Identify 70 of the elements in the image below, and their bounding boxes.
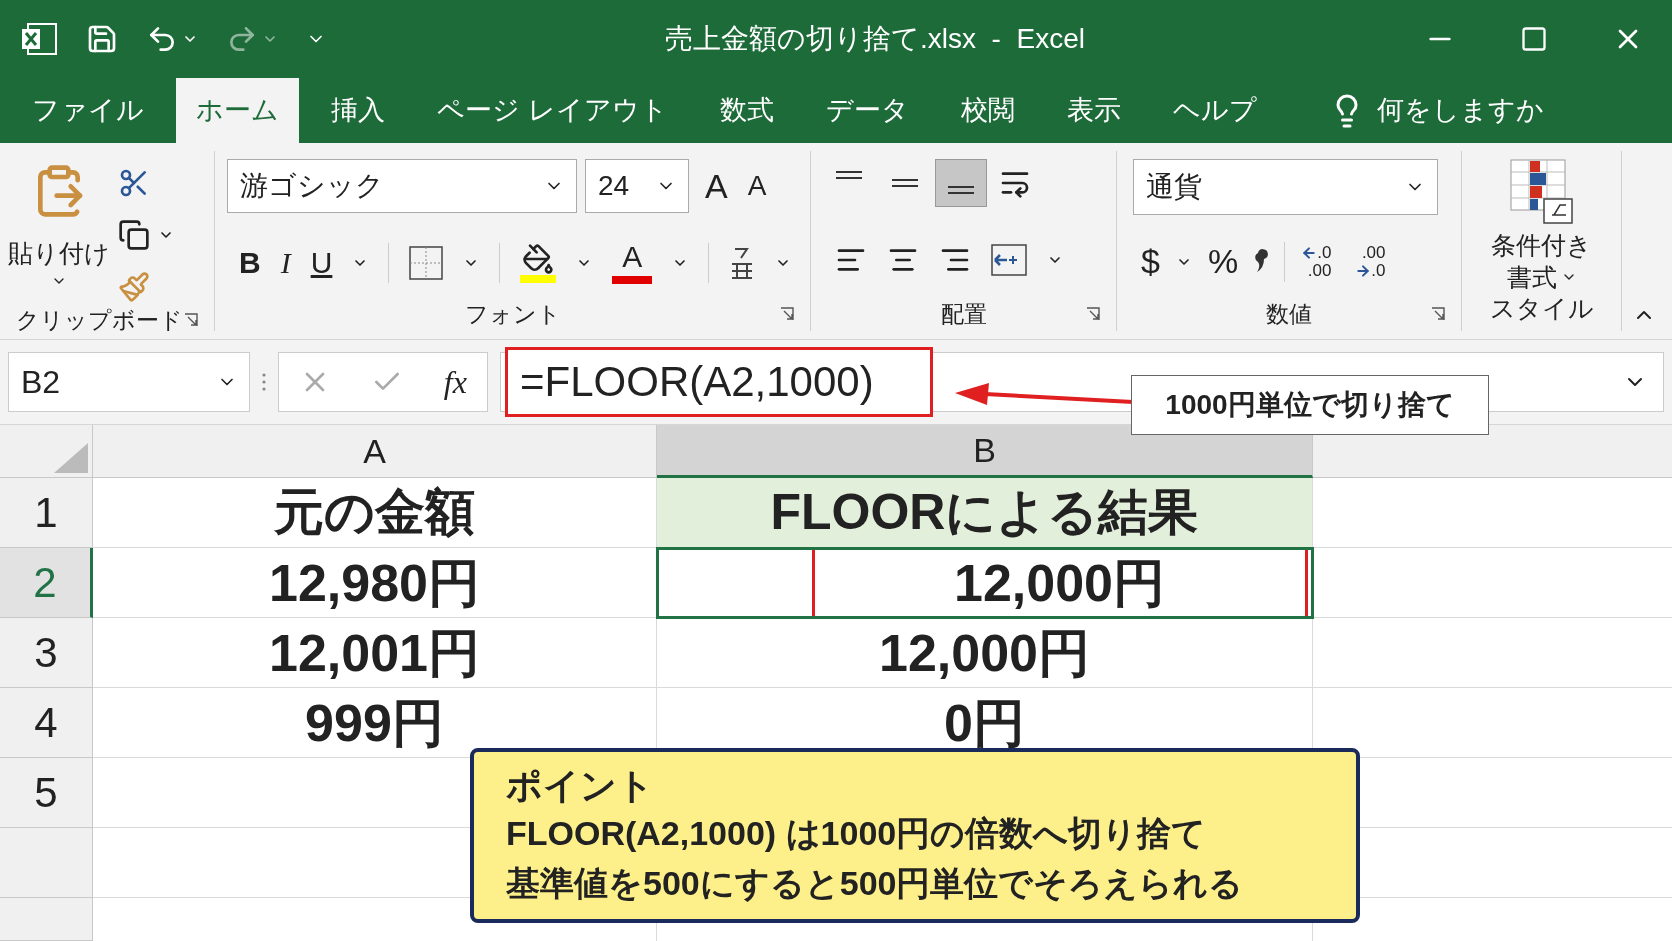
font-color-button[interactable]: A — [612, 241, 653, 284]
font-size-dropdown[interactable]: 24 — [585, 159, 689, 213]
note-text: 基準値を500にすると500円単位でそろえられる — [506, 863, 1245, 904]
insert-function-button[interactable]: fx — [443, 358, 467, 406]
column-header[interactable]: A — [93, 425, 657, 478]
ribbon-tab[interactable]: 校閲 — [940, 78, 1035, 143]
note-title: ポイント — [506, 764, 655, 808]
table-cell: 12,000円 — [657, 618, 1313, 688]
formula-field[interactable]: =FLOOR(A2,1000) — [505, 347, 933, 417]
row-header[interactable]: 3 — [0, 618, 93, 688]
comma-style-icon[interactable] — [1254, 248, 1269, 275]
column-header[interactable]: B — [657, 425, 1313, 478]
align-icon — [836, 171, 862, 179]
excel-logo-icon — [20, 22, 58, 56]
ribbon-tab[interactable]: ホーム — [176, 78, 299, 143]
group-label: フォント — [464, 299, 561, 329]
save-icon[interactable] — [86, 23, 118, 55]
table-cell: FLOORによる結果 — [657, 478, 1313, 548]
table-cell: 12,001円 — [93, 618, 657, 688]
callout-box: 1000円単位で切り捨て — [1131, 375, 1489, 435]
row-header[interactable]: 5 — [0, 758, 93, 828]
ribbon-tab[interactable]: 挿入 — [311, 78, 405, 143]
paste-button[interactable]: 貼り付け — [8, 159, 110, 303]
italic-button[interactable]: I — [280, 240, 291, 286]
copy-icon[interactable] — [118, 219, 150, 251]
borders-icon[interactable] — [409, 245, 444, 280]
dialog-launcher-icon[interactable] — [1086, 306, 1100, 321]
group-label: 配置 — [940, 299, 987, 329]
note-text: FLOOR(A2,1000) は1000円の倍数へ切り捨て — [506, 813, 1208, 854]
ribbon-tab[interactable]: データ — [805, 78, 929, 143]
number-format-dropdown[interactable]: 通貨 — [1133, 159, 1438, 215]
merge-center-icon[interactable] — [991, 243, 1027, 276]
row-header[interactable]: 4 — [0, 688, 93, 758]
tell-me-field[interactable]: 何をしますか — [1376, 90, 1617, 131]
ribbon-tab[interactable]: 数式 — [699, 78, 794, 143]
align-button[interactable] — [935, 159, 987, 207]
group-label: 数値 — [1266, 299, 1312, 329]
group-label: クリップボード — [16, 306, 183, 335]
decrease-decimal-button[interactable]: .00 .0 — [1355, 243, 1386, 280]
ribbon-tab[interactable]: ヘルプ — [1152, 78, 1277, 143]
table-cell: 12,980円 — [93, 548, 657, 618]
fill-color-swatch — [520, 274, 557, 283]
name-box[interactable]: B2 — [8, 352, 250, 412]
table-cell: 元の金額 — [93, 478, 657, 548]
increase-decimal-button[interactable]: .0 .00 — [1301, 243, 1332, 280]
row-header[interactable]: 1 — [0, 478, 93, 548]
group-label: スタイル — [1489, 293, 1594, 323]
row-header[interactable]: 2 — [0, 548, 93, 618]
shrink-font-button[interactable]: A — [743, 165, 771, 207]
align-icon — [892, 179, 918, 187]
ribbon-tab[interactable]: 表示 — [1046, 78, 1141, 143]
ribbon-tab[interactable]: ページ レイアウト — [417, 78, 688, 143]
grow-font-button[interactable]: A — [697, 160, 736, 212]
select-all-icon — [54, 443, 88, 473]
currency-button[interactable]: $ — [1141, 236, 1160, 288]
maximize-icon[interactable] — [1520, 25, 1548, 53]
dialog-launcher-icon[interactable] — [1431, 306, 1445, 321]
dialog-launcher-icon[interactable] — [184, 313, 198, 328]
font-name-dropdown[interactable]: 游ゴシック — [227, 159, 577, 213]
percent-button[interactable]: % — [1207, 236, 1239, 288]
fill-color-icon[interactable] — [522, 242, 555, 275]
dialog-launcher-icon[interactable] — [780, 306, 794, 321]
ribbon-tab[interactable]: ファイル — [12, 78, 164, 143]
conditional-formatting-icon[interactable] — [1509, 159, 1574, 225]
align-icon — [948, 186, 974, 194]
window-title: 売上金額の切り捨て.xlsx - Excel — [665, 22, 1085, 56]
grip-icon — [262, 372, 266, 392]
underline-button[interactable]: U — [310, 240, 333, 286]
conditional-formatting-button[interactable]: 条件付き 書式 — [1491, 229, 1592, 293]
bold-button[interactable]: B — [239, 240, 261, 286]
